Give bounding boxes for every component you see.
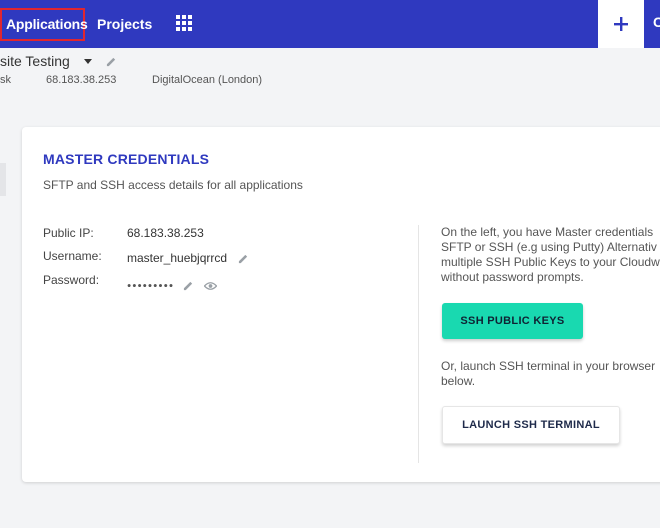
server-title[interactable]: site Testing bbox=[0, 53, 117, 69]
terminal-line-1: Or, launch SSH terminal in your browser bbox=[441, 359, 656, 373]
edit-password-icon[interactable] bbox=[183, 280, 194, 291]
ssh-public-keys-button[interactable]: SSH PUBLIC KEYS bbox=[442, 303, 583, 339]
card-title: MASTER CREDENTIALS bbox=[43, 151, 210, 167]
info-line-2: SFTP or SSH (e.g using Putty) Alternativ bbox=[441, 240, 657, 254]
server-meta-label: sk bbox=[0, 74, 11, 86]
nav-projects[interactable]: Projects bbox=[97, 8, 152, 41]
edit-username-icon[interactable] bbox=[238, 253, 249, 264]
info-line-4: without password prompts. bbox=[441, 270, 584, 284]
chevron-down-icon[interactable] bbox=[83, 58, 92, 64]
top-navbar: Applications Projects C bbox=[0, 0, 660, 48]
password-label: Password: bbox=[43, 273, 100, 287]
server-ip: 68.183.38.253 bbox=[46, 74, 117, 86]
info-line-3: multiple SSH Public Keys to your Cloudw bbox=[441, 255, 660, 269]
username-text: master_huebjqrrcd bbox=[127, 251, 228, 265]
username-value: master_huebjqrrcd bbox=[127, 251, 249, 265]
password-mask: ●●●●●●●●● bbox=[127, 282, 175, 290]
nav-applications[interactable]: Applications bbox=[0, 8, 88, 41]
public-ip-label: Public IP: bbox=[43, 226, 94, 240]
pencil-icon[interactable] bbox=[106, 56, 117, 67]
side-tab[interactable] bbox=[0, 163, 6, 196]
eye-icon[interactable] bbox=[203, 281, 217, 291]
info-line-1: On the left, you have Master credentials bbox=[441, 225, 654, 239]
terminal-line-2: below. bbox=[441, 374, 476, 388]
public-ip-value: 68.183.38.253 bbox=[127, 226, 204, 240]
server-name: site Testing bbox=[0, 53, 70, 69]
nav-right-item[interactable]: C bbox=[653, 14, 660, 30]
username-label: Username: bbox=[43, 249, 102, 263]
launch-ssh-terminal-button[interactable]: LAUNCH SSH TERMINAL bbox=[442, 406, 620, 444]
server-provider: DigitalOcean (London) bbox=[152, 74, 263, 86]
add-button[interactable] bbox=[598, 0, 644, 48]
password-value: ●●●●●●●●● bbox=[127, 278, 217, 292]
column-divider bbox=[418, 225, 419, 463]
apps-grid-icon[interactable] bbox=[176, 15, 192, 31]
plus-icon bbox=[614, 17, 628, 31]
master-credentials-card: MASTER CREDENTIALS SFTP and SSH access d… bbox=[22, 127, 660, 482]
card-subtitle: SFTP and SSH access details for all appl… bbox=[43, 178, 303, 192]
